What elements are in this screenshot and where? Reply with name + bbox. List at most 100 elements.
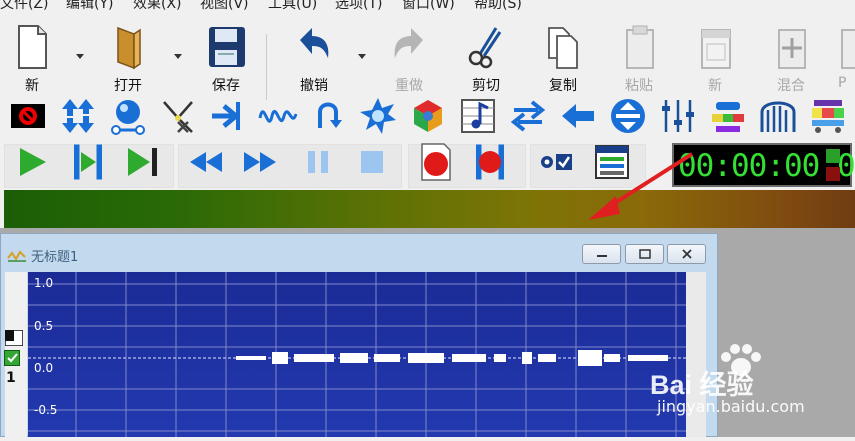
play-button[interactable]: [12, 142, 52, 182]
status-lights-icon: [826, 149, 840, 181]
menu-bar: 文件(Z) 编辑(Y) 效果(X) 视图(V) 工具(U) 选项(T) 窗口(W…: [0, 0, 855, 14]
paste-new-button[interactable]: 新: [690, 24, 740, 94]
monitor-button[interactable]: [536, 142, 576, 182]
undo-dropdown-arrow[interactable]: [356, 50, 368, 62]
y-axis-label-0-5: 0.5: [34, 319, 54, 333]
paste-new-icon: [701, 29, 731, 69]
clipboard-icon: [626, 25, 654, 69]
redo-arrow-icon: [394, 28, 423, 58]
channel-selector-icon[interactable]: [5, 330, 23, 346]
amplify-button[interactable]: [58, 96, 98, 136]
menu-view[interactable]: 视图(V): [200, 0, 249, 13]
pan-button[interactable]: [208, 96, 248, 136]
close-button[interactable]: [667, 244, 706, 264]
record-selection-button[interactable]: [470, 142, 510, 182]
wave-effect-button[interactable]: [258, 96, 298, 136]
open-button-label: 打开: [114, 78, 142, 94]
paste-button[interactable]: 粘贴: [614, 24, 664, 94]
open-dropdown-arrow[interactable]: [172, 50, 184, 62]
open-button[interactable]: 打开: [103, 24, 153, 94]
redo-button-label: 重做: [395, 78, 423, 94]
spectrum-button[interactable]: [708, 96, 748, 136]
menu-options[interactable]: 选项(T): [335, 0, 382, 13]
mix-paste-button-label: 混合: [777, 78, 805, 94]
partial-button[interactable]: P: [838, 24, 855, 94]
spectrum-bars-icon: [712, 102, 744, 132]
paste-button-label: 粘贴: [625, 78, 653, 94]
save-button-label: 保存: [212, 78, 240, 94]
y-axis-label-0: 0.0: [34, 361, 54, 375]
undo-button[interactable]: 撤销: [289, 24, 339, 94]
loop-button[interactable]: [508, 96, 548, 136]
stop-button[interactable]: [352, 142, 392, 182]
paste-new-button-label: 新: [708, 78, 722, 94]
play-to-end-button[interactable]: [122, 142, 162, 182]
chevron-down-icon: [76, 54, 84, 59]
left-arrow-button[interactable]: [558, 96, 598, 136]
normalize-button[interactable]: [358, 96, 398, 136]
new-dropdown-arrow[interactable]: [74, 50, 86, 62]
effects-toolbar: [0, 94, 855, 140]
pause-icon: [308, 151, 328, 173]
cut-button[interactable]: 剪切: [461, 24, 511, 94]
mute-button[interactable]: [8, 96, 48, 136]
pan-arrow-icon: [212, 102, 240, 130]
baidu-watermark: Bai 经验 jingyan.baidu.com: [650, 343, 855, 423]
maximize-icon: [638, 249, 651, 259]
record-button[interactable]: [416, 142, 456, 182]
color-bars-button[interactable]: [808, 96, 848, 136]
menu-effects[interactable]: 效果(X): [133, 0, 182, 13]
copy-button-label: 复制: [549, 78, 577, 94]
new-button-label: 新: [25, 78, 39, 94]
echo-button[interactable]: [108, 96, 148, 136]
undo-button-label: 撤销: [300, 78, 328, 94]
toolbar-separator: [266, 34, 267, 100]
music-note-icon: [461, 99, 495, 133]
waveform-doc-icon: [7, 250, 26, 262]
record-selection-icon: [476, 144, 504, 180]
main-toolbar: 新 打开 保存 撤销 重做 剪切 复制 粘贴 新 混合 P: [0, 14, 855, 100]
play-to-end-icon: [128, 148, 157, 176]
filter-button[interactable]: [758, 96, 798, 136]
minimize-button[interactable]: [582, 244, 621, 264]
copy-icon: [548, 27, 578, 69]
checkmark-icon: [7, 353, 18, 363]
mix-paste-button[interactable]: 混合: [766, 24, 816, 94]
rewind-button[interactable]: [186, 142, 226, 182]
menu-edit[interactable]: 编辑(Y): [66, 0, 113, 13]
copy-button[interactable]: 复制: [538, 24, 588, 94]
play-icon: [20, 148, 46, 176]
annotation-arrow-icon: [588, 152, 694, 220]
menu-file[interactable]: 文件(Z): [0, 0, 49, 13]
stretch-button[interactable]: [608, 96, 648, 136]
channel-enable-checkbox[interactable]: [4, 350, 20, 366]
close-icon: [681, 249, 692, 259]
color-effect-button[interactable]: [408, 96, 448, 136]
menu-window[interactable]: 窗口(W): [402, 0, 455, 13]
amplify-arrows-icon: [62, 99, 94, 133]
fade-button[interactable]: [158, 96, 198, 136]
fast-forward-button[interactable]: [240, 142, 280, 182]
fade-cross-icon: [163, 101, 193, 133]
equalizer-button[interactable]: [658, 96, 698, 136]
redo-button[interactable]: 重做: [384, 24, 434, 94]
mix-paste-icon: [778, 29, 806, 69]
save-button[interactable]: 保存: [201, 24, 251, 94]
document-title: 无标题1: [31, 250, 79, 265]
channel-number: 1: [6, 370, 16, 386]
waveform-canvas: [28, 272, 686, 437]
watermark-url: jingyan.baidu.com: [657, 397, 805, 416]
scissors-icon: [468, 27, 502, 69]
menu-help[interactable]: 帮助(S): [474, 0, 522, 13]
level-meter: [4, 190, 855, 228]
partial-button-label: P: [838, 75, 847, 91]
pause-button[interactable]: [298, 142, 338, 182]
midi-button[interactable]: [458, 96, 498, 136]
new-button[interactable]: 新: [7, 24, 57, 94]
menu-tools[interactable]: 工具(U): [268, 0, 317, 13]
maximize-button[interactable]: [625, 244, 664, 264]
chevron-down-icon: [358, 54, 366, 59]
waveform-view[interactable]: 1.0 0.5 0.0 -0.5: [28, 272, 686, 437]
reverse-button[interactable]: [308, 96, 348, 136]
play-selection-button[interactable]: [68, 142, 108, 182]
